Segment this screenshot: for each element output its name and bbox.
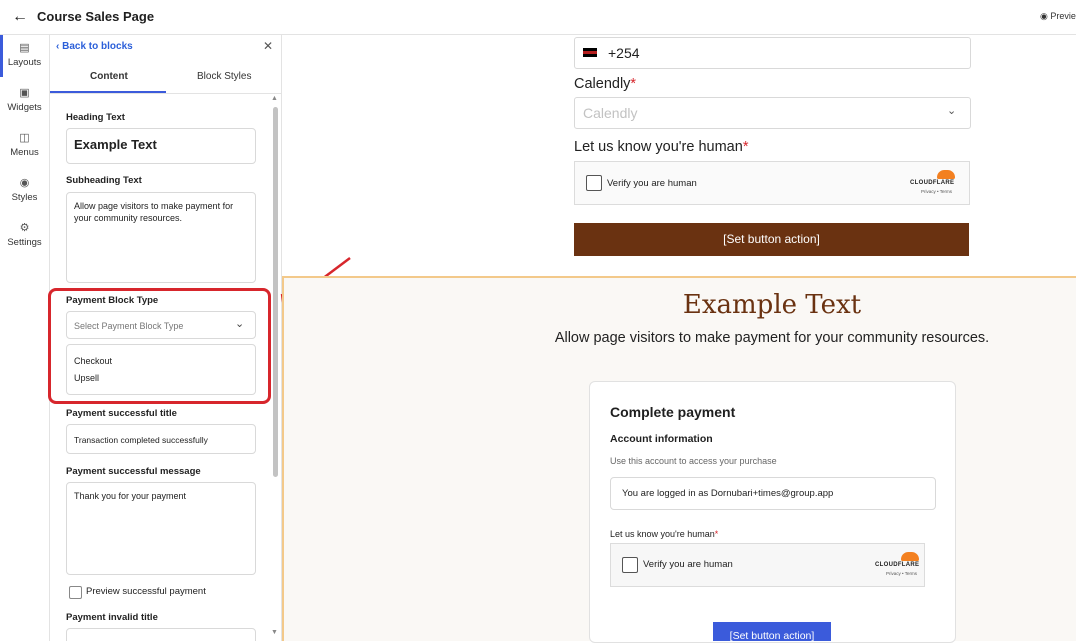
cloudflare-terms[interactable]: Privacy • Terms [886, 571, 917, 576]
page-title: Course Sales Page [37, 9, 155, 24]
back-to-blocks-link[interactable]: ‹ Back to blocks [56, 41, 133, 52]
cloudflare-widget: Verify you are human CLOUDFLARE Privacy … [574, 161, 970, 205]
subheading-text-label: Subheading Text [66, 175, 142, 186]
scroll-up-icon[interactable]: ▲ [271, 95, 278, 102]
rail-label: Layouts [7, 57, 42, 68]
preview-success-checkbox[interactable] [69, 586, 82, 599]
card-verify-text: Verify you are human [643, 559, 733, 570]
verify-text: Verify you are human [607, 178, 697, 189]
rail-label: Settings [7, 237, 42, 248]
chevron-down-icon: ⌄ [947, 105, 957, 117]
card-title: Complete payment [610, 404, 736, 420]
section-subtitle: Allow page visitors to make payment for … [554, 330, 990, 346]
tab-block-styles[interactable]: Block Styles [197, 71, 251, 82]
heading-text-label: Heading Text [66, 112, 125, 123]
menus-icon: ◫ [19, 132, 30, 144]
set-button-action[interactable]: [Set button action] [574, 223, 969, 256]
logged-in-field: You are logged in as Dornubari+times@gro… [610, 477, 936, 510]
subheading-text-area[interactable]: Allow page visitors to make payment for … [66, 192, 256, 283]
phone-input[interactable]: +254 [574, 37, 971, 69]
widgets-icon: ▣ [19, 87, 30, 99]
calendly-placeholder: Calendly [583, 105, 638, 121]
success-title-value: Transaction completed successfully [74, 435, 208, 445]
kenya-flag-icon [583, 48, 597, 57]
preview-button[interactable]: ◉ Previe [1040, 11, 1076, 22]
rail-label: Widgets [7, 102, 42, 113]
success-message-area[interactable]: Thank you for your payment [66, 482, 256, 575]
back-label: Back to blocks [62, 41, 133, 52]
calendly-select[interactable]: Calendly ⌄ [574, 97, 971, 129]
verify-checkbox[interactable] [586, 175, 602, 191]
cloudflare-cloud-icon [937, 170, 955, 179]
success-title-input[interactable]: Transaction completed successfully [66, 424, 256, 454]
invalid-title-input[interactable] [66, 628, 256, 641]
payment-card: Complete payment Account information Use… [589, 381, 956, 643]
panel-scrollbar[interactable]: ▲ ▼ [271, 95, 279, 641]
panel-tabs: Content Block Styles [50, 63, 281, 94]
preview-success-label: Preview successful payment [86, 586, 206, 597]
highlight-box [48, 288, 271, 404]
card-verify-checkbox[interactable] [622, 557, 638, 573]
phone-value: +254 [608, 45, 640, 61]
human-label-text: Let us know you're human [574, 139, 743, 155]
success-message-value: Thank you for your payment [74, 491, 187, 501]
section-title: Example Text [682, 290, 862, 320]
account-info-heading: Account information [610, 433, 713, 445]
icon-rail: ▤ Layouts ▣ Widgets ◫ Menus ◉ Styles ⚙ S… [0, 35, 50, 641]
cloudflare-terms[interactable]: Privacy • Terms [921, 189, 952, 194]
human-label: Let us know you're human* [574, 139, 748, 155]
rail-item-menus[interactable]: ◫ Menus [0, 131, 49, 158]
card-set-button-action[interactable]: [Set button action] [713, 622, 831, 641]
preview-label: Previe [1050, 11, 1076, 21]
calendly-label-text: Calendly [574, 76, 631, 92]
cloudflare-logo: CLOUDFLARE [910, 180, 955, 186]
rail-item-settings[interactable]: ⚙ Settings [0, 221, 49, 248]
tab-underline [50, 91, 166, 93]
settings-icon: ⚙ [19, 222, 30, 234]
calendly-label: Calendly* [574, 76, 636, 92]
rail-item-widgets[interactable]: ▣ Widgets [0, 86, 49, 113]
subheading-text-value: Allow page visitors to make payment for … [74, 201, 234, 223]
top-bar: ← Course Sales Page ◉ Previe [0, 0, 1076, 35]
required-mark: * [742, 139, 749, 155]
back-arrow-icon[interactable]: ← [12, 8, 28, 26]
scroll-down-icon[interactable]: ▼ [271, 629, 278, 636]
close-icon[interactable]: ✕ [263, 39, 273, 53]
success-title-label: Payment successful title [66, 408, 177, 419]
layouts-icon: ▤ [19, 42, 30, 54]
success-message-label: Payment successful message [66, 466, 201, 477]
rail-label: Styles [11, 192, 38, 203]
invalid-title-label: Payment invalid title [66, 612, 158, 623]
logged-in-text: You are logged in as Dornubari+times@gro… [622, 488, 834, 499]
card-cloudflare-widget: Verify you are human CLOUDFLARE Privacy … [610, 543, 925, 587]
styles-icon: ◉ [19, 177, 30, 189]
heading-text-input[interactable]: Example Text [66, 128, 256, 164]
rail-item-layouts[interactable]: ▤ Layouts [0, 41, 49, 68]
cloudflare-logo: CLOUDFLARE [875, 562, 920, 568]
rail-label: Menus [10, 147, 39, 158]
card-human-label-text: Let us know you're human [610, 529, 715, 539]
tab-content[interactable]: Content [90, 71, 128, 82]
card-human-label: Let us know you're human* [610, 529, 718, 539]
heading-text-value: Example Text [74, 137, 157, 152]
cloudflare-cloud-icon [901, 552, 919, 561]
required-mark: * [630, 76, 637, 92]
account-info-desc: Use this account to access your purchase [610, 456, 777, 466]
required-mark: * [714, 529, 719, 539]
rail-item-styles[interactable]: ◉ Styles [0, 176, 49, 203]
